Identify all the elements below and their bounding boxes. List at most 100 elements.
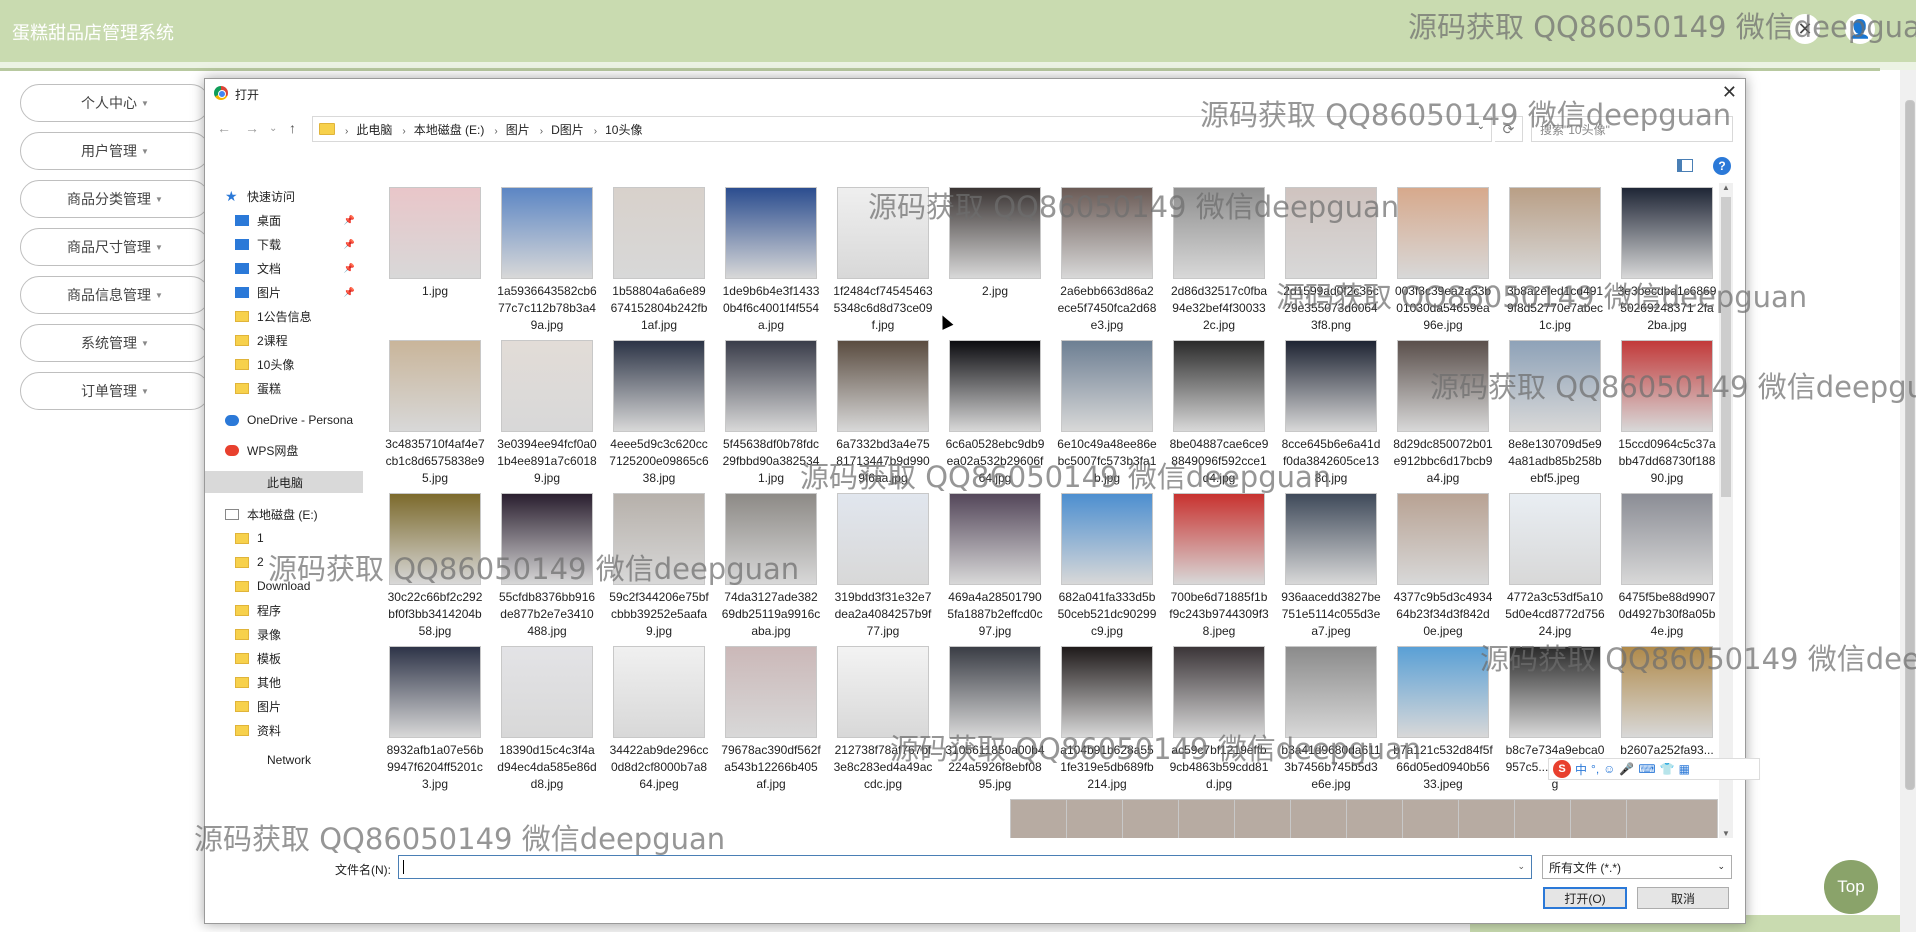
cancel-button[interactable]: 取消 [1637,887,1729,909]
filetype-select[interactable]: 所有文件 (*.*) ⌄ [1542,855,1732,879]
file-item[interactable]: 8e8e130709d5e94a81adb85b258bebf5.jpeg [1505,340,1605,490]
image-thumbnail[interactable] [1626,799,1718,838]
ime-tool-icon[interactable]: 中 [1575,761,1587,778]
file-item[interactable]: ac59c7bf1219effb9cb4863b59cdd81d.jpg [1169,646,1269,796]
pin-icon: 📌 [343,262,355,273]
file-item[interactable]: 1.jpg [385,187,485,337]
file-item[interactable]: 682a041fa333d5b50ceb521dc90299c9.jpg [1057,493,1157,643]
file-item[interactable]: b7a121c532d84f5f66d05ed0940b5633.jpeg [1393,646,1493,796]
sidebar-item[interactable]: 个人中心 ▼ [20,84,210,122]
file-item[interactable]: 3e0394ee94fcf0a01b4ee891a7c60189.jpg [497,340,597,490]
breadcrumb-item[interactable]: 此电脑 [356,123,392,137]
nav-item[interactable]: 本地磁盘 (E:) [205,503,363,525]
nav-item[interactable]: 此电脑 [205,471,363,493]
chevron-right-icon[interactable]: › [402,126,405,137]
file-item[interactable]: 79678ac390df562fa543b12266b405af.jpg [721,646,821,796]
sogou-ime-icon[interactable]: S [1553,760,1571,778]
sidebar-item[interactable]: 商品分类管理 ▼ [20,180,210,218]
file-item[interactable]: a104b91b628a551fe319e5db689fb214.jpg [1057,646,1157,796]
sidebar-item[interactable]: 商品尺寸管理 ▼ [20,228,210,266]
page-scrollbar[interactable] [1900,70,1916,932]
file-item[interactable]: 15ccd0964c5c37abb47dd68730f18890.jpg [1617,340,1717,490]
nav-item[interactable]: 图片 📌 [205,281,363,303]
nav-item[interactable]: ★ 快速访问 [205,185,363,207]
file-item[interactable]: 3105611850a00b4224a5926f8ebf0895.jpg [945,646,1045,796]
ime-toolbar[interactable]: S 中 °, ☺ 🎤 ⌨ 👕 ▦ [1548,758,1760,780]
nav-item[interactable]: 10头像 [205,353,363,375]
sidebar-item[interactable]: 订单管理 ▼ [20,372,210,410]
file-item[interactable]: 4eee5d9c3c620cc7125200e09865c638.jpg [609,340,709,490]
file-item[interactable]: 4772a3c53df5a105d0e4cd8772d75624.jpg [1505,493,1605,643]
ime-tool-icon[interactable]: 👕 [1660,762,1675,776]
chevron-right-icon[interactable]: › [540,126,543,137]
nav-item[interactable]: 1公告信息 [205,305,363,327]
folder-icon [235,334,249,346]
scroll-top-button[interactable]: Top [1824,860,1878,914]
nav-item[interactable]: 文档 📌 [205,257,363,279]
breadcrumb-item[interactable]: 10头像 [605,123,642,137]
ime-tool-icon[interactable]: 🎤 [1619,762,1634,776]
file-item[interactable]: 936aacedd3827be751e5114c055d3ea7.jpeg [1281,493,1381,643]
scroll-down-icon[interactable]: ▼ [1722,829,1730,838]
scroll-up-icon[interactable]: ▲ [1722,183,1730,192]
file-item[interactable]: b3a41d9680da6113b7456b745b5d3e6e.jpg [1281,646,1381,796]
nav-item[interactable]: 下载 📌 [205,233,363,255]
nav-item[interactable]: 桌面 📌 [205,209,363,231]
file-item[interactable]: 1b58804a6a6e89674152804b242fb1af.jpg [609,187,709,337]
nav-item[interactable]: 蛋糕 [205,377,363,399]
up-arrow-icon[interactable]: ↑ [289,120,296,136]
breadcrumb-item[interactable]: 本地磁盘 (E:) [414,123,485,137]
ime-tool-icon[interactable]: ⌨ [1638,762,1655,776]
file-grid-scrollbar-thumb[interactable] [1721,197,1731,497]
file-item[interactable]: 700be6d71885f1bf9c243b9744309f38.jpeg [1169,493,1269,643]
nav-item[interactable]: OneDrive - Persona [205,409,363,431]
file-item[interactable]: 18390d15c4c3f4ad94ec4da585e86dd8.jpg [497,646,597,796]
sidebar-item[interactable]: 商品信息管理 ▼ [20,276,210,314]
chrome-icon [214,86,228,100]
chevron-right-icon[interactable]: › [494,126,497,137]
file-item[interactable]: 8932afb1a07e56b9947f6204ff5201c3.jpg [385,646,485,796]
file-item[interactable]: 319bdd3f31e32e7dea2a4084257b9f77.jpg [833,493,933,643]
back-arrow-icon[interactable]: ← [217,120,231,136]
nav-item[interactable]: 录像 [205,623,363,645]
file-item[interactable]: 469a4a285017905fa1887b2effcd0c97.jpg [945,493,1045,643]
file-item[interactable]: 34422ab9de296cc0d8d2cf8000b7a864.jpeg [609,646,709,796]
filetype-dropdown-icon[interactable]: ⌄ [1717,861,1725,872]
nav-item[interactable]: 模板 [205,647,363,669]
sidebar-item-label: 订单管理 [81,383,138,399]
recent-chevron-icon[interactable]: ⌄ [269,123,277,134]
ime-tool-icon[interactable]: ▦ [1679,762,1690,776]
ime-tool-icon[interactable]: ☺ [1603,762,1615,776]
nav-item-label: 1公告信息 [257,309,312,324]
nav-item[interactable]: Network [205,749,363,771]
sidebar-item[interactable]: 用户管理 ▼ [20,132,210,170]
nav-item[interactable]: 其他 [205,671,363,693]
filename-label: 文件名(N): [335,863,391,877]
file-item[interactable]: 212738f78af767bf3e8c283ed4a49accdc.jpg [833,646,933,796]
nav-item[interactable]: 资料 [205,719,363,741]
file-item[interactable]: 1de9b6b4e3f14330b4f6c4001f4f554a.jpg [721,187,821,337]
nav-item[interactable]: 2课程 [205,329,363,351]
file-item[interactable]: 1a5936643582cb677c7c112b78b3a49a.jpg [497,187,597,337]
ime-tool-icon[interactable]: °, [1591,762,1599,776]
forward-arrow-icon[interactable]: → [245,120,259,136]
help-icon[interactable]: ? [1713,157,1731,175]
nav-item[interactable]: 图片 [205,695,363,717]
filename-input[interactable]: ⌄ [398,855,1532,879]
chevron-right-icon[interactable]: › [594,126,597,137]
file-item[interactable]: 4377c9b5d3c493464b23f34d3f842d0e.jpeg [1393,493,1493,643]
breadcrumb-item[interactable]: D图片 [551,123,584,137]
preview-pane-icon[interactable] [1677,159,1693,172]
file-item[interactable]: 6475f5be88d99070d4927b30f8a05b4e.jpg [1617,493,1717,643]
nav-item[interactable]: WPS网盘 [205,439,363,461]
breadcrumb-item[interactable]: 图片 [506,123,530,137]
file-item[interactable]: 3c4835710f4af4e7cb1c8d6575838e95.jpg [385,340,485,490]
page-scrollbar-thumb[interactable] [1904,100,1915,790]
file-item[interactable]: 8d29dc850072b01e912bbc6d17bcb9a4.jpg [1393,340,1493,490]
image-thumbnail [725,340,817,432]
sidebar-item[interactable]: 系统管理 ▼ [20,324,210,362]
open-button[interactable]: 打开(O) [1543,887,1627,909]
chevron-right-icon[interactable]: › [345,126,348,137]
filename-dropdown-icon[interactable]: ⌄ [1517,861,1525,872]
nav-item[interactable]: 程序 [205,599,363,621]
